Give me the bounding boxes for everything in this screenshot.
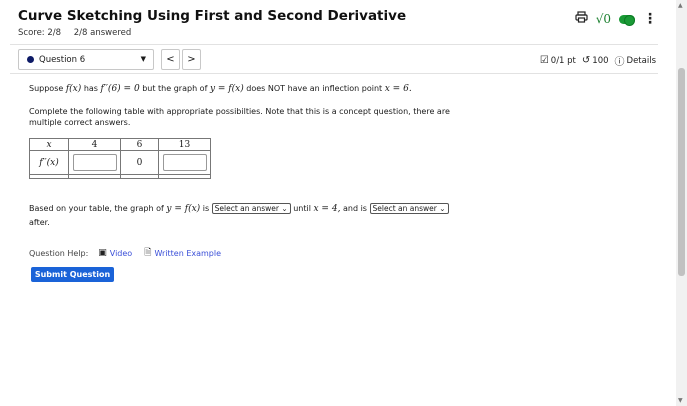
print-icon[interactable] xyxy=(575,11,588,27)
table-spacer-cell xyxy=(68,174,121,179)
text-after: after. xyxy=(29,218,50,227)
submit-question-button[interactable]: Submit Question xyxy=(31,267,114,282)
table-header-13: 13 xyxy=(158,138,211,151)
top-toolbar: √0 ⋮ xyxy=(575,11,657,27)
prev-question-button[interactable]: < xyxy=(161,49,180,70)
attempts-text: 100 xyxy=(592,55,609,66)
retry-icon: ↺ xyxy=(581,55,591,66)
details-label: Details xyxy=(626,55,656,66)
math-x4: x = 4, xyxy=(313,204,341,214)
question-statement: Suppose f(x) has f′′(6) = 0 but the grap… xyxy=(29,84,412,94)
text-is: is xyxy=(202,204,210,213)
sqrt-icon[interactable]: √0 xyxy=(596,12,611,26)
select-placeholder: Select an answer xyxy=(372,204,437,213)
written-example-label: Written Example xyxy=(154,248,222,258)
text-suppose: Suppose xyxy=(29,84,64,93)
value-table: x 4 6 13 f′′(x) 0 xyxy=(29,138,211,179)
text-no-inflection: does NOT have an inflection point xyxy=(246,84,383,93)
math-y-fx: y = f(x) xyxy=(209,84,244,94)
next-question-button[interactable]: > xyxy=(182,49,201,70)
table-spacer-cell xyxy=(29,174,69,179)
info-icon: ⓘ xyxy=(614,57,625,68)
attempts-group: ↺ 100 xyxy=(582,55,609,66)
table-header-4: 4 xyxy=(68,138,121,151)
text-and-is: and is xyxy=(342,204,367,213)
caret-down-icon: ▼ xyxy=(140,55,146,63)
answer-input-at-4[interactable] xyxy=(72,154,117,171)
more-vertical-icon[interactable]: ⋮ xyxy=(643,11,657,27)
table-cell-6: 0 xyxy=(120,150,159,175)
text-has: has xyxy=(83,84,98,93)
scroll-up-icon[interactable]: ▲ xyxy=(678,2,683,9)
math-y-fx-2: y = f(x) xyxy=(166,204,201,214)
table-spacer-cell xyxy=(120,174,159,179)
concavity-select-before[interactable]: Select an answer ⌄ xyxy=(211,203,291,214)
checkbox-icon: ☑ xyxy=(539,55,549,66)
question-nav-bar: Question 6 ▼ < > ☑ 0/1 pt ↺ 100 ⓘ Detail… xyxy=(10,44,658,74)
help-label: Question Help: xyxy=(29,248,89,258)
table-spacer-cell xyxy=(158,174,211,179)
vertical-scrollbar[interactable]: ▲ ▼ xyxy=(676,0,687,406)
concavity-statement: Based on your table, the graph of y = f(… xyxy=(29,202,499,229)
table-row-label: f′′(x) xyxy=(29,150,69,175)
score-line: Score: 2/8 2/8 answered xyxy=(18,28,141,38)
question-help: Question Help: ▣ Video 🗎 Written Example xyxy=(29,245,221,261)
points-text: 0/1 pt xyxy=(550,55,576,66)
answered-text: 2/8 answered xyxy=(73,28,132,38)
instructions: Complete the following table with approp… xyxy=(29,107,450,127)
table-header-x: x xyxy=(29,138,69,151)
text-but-graph: but the graph of xyxy=(142,84,208,93)
scrollbar-thumb[interactable] xyxy=(678,68,685,276)
math-condition: f′′(6) = 0 xyxy=(100,84,140,94)
math-x6: x = 6. xyxy=(384,84,412,94)
video-icon: ▣ xyxy=(98,248,107,258)
select-placeholder: Select an answer xyxy=(214,204,279,213)
toggle-icon[interactable] xyxy=(619,14,635,26)
details-button[interactable]: ⓘ Details xyxy=(614,53,656,69)
video-link-label: Video xyxy=(109,248,133,258)
question-select-label: Question 6 xyxy=(39,54,86,65)
question-select[interactable]: Question 6 ▼ xyxy=(18,49,154,70)
table-header-6: 6 xyxy=(120,138,159,151)
text-until: until xyxy=(293,204,311,213)
answer-input-at-13[interactable] xyxy=(162,154,207,171)
page-title: Curve Sketching Using First and Second D… xyxy=(18,8,407,24)
points-group: ☑ 0/1 pt xyxy=(540,55,576,66)
text-based-on: Based on your table, the graph of xyxy=(29,204,164,213)
table-cell-13 xyxy=(158,150,211,175)
video-link[interactable]: ▣ Video xyxy=(98,248,132,258)
scroll-down-icon[interactable]: ▼ xyxy=(678,397,683,404)
written-example-link[interactable]: 🗎 Written Example xyxy=(144,245,221,261)
concavity-select-after[interactable]: Select an answer ⌄ xyxy=(369,203,449,214)
status-dot-icon xyxy=(27,56,34,63)
document-icon: 🗎 xyxy=(144,248,152,258)
table-cell-4 xyxy=(68,150,121,175)
question-meta: ☑ 0/1 pt ↺ 100 ⓘ Details xyxy=(534,53,656,68)
math-fx: f(x) xyxy=(65,84,82,94)
score-text: Score: 2/8 xyxy=(18,28,62,38)
